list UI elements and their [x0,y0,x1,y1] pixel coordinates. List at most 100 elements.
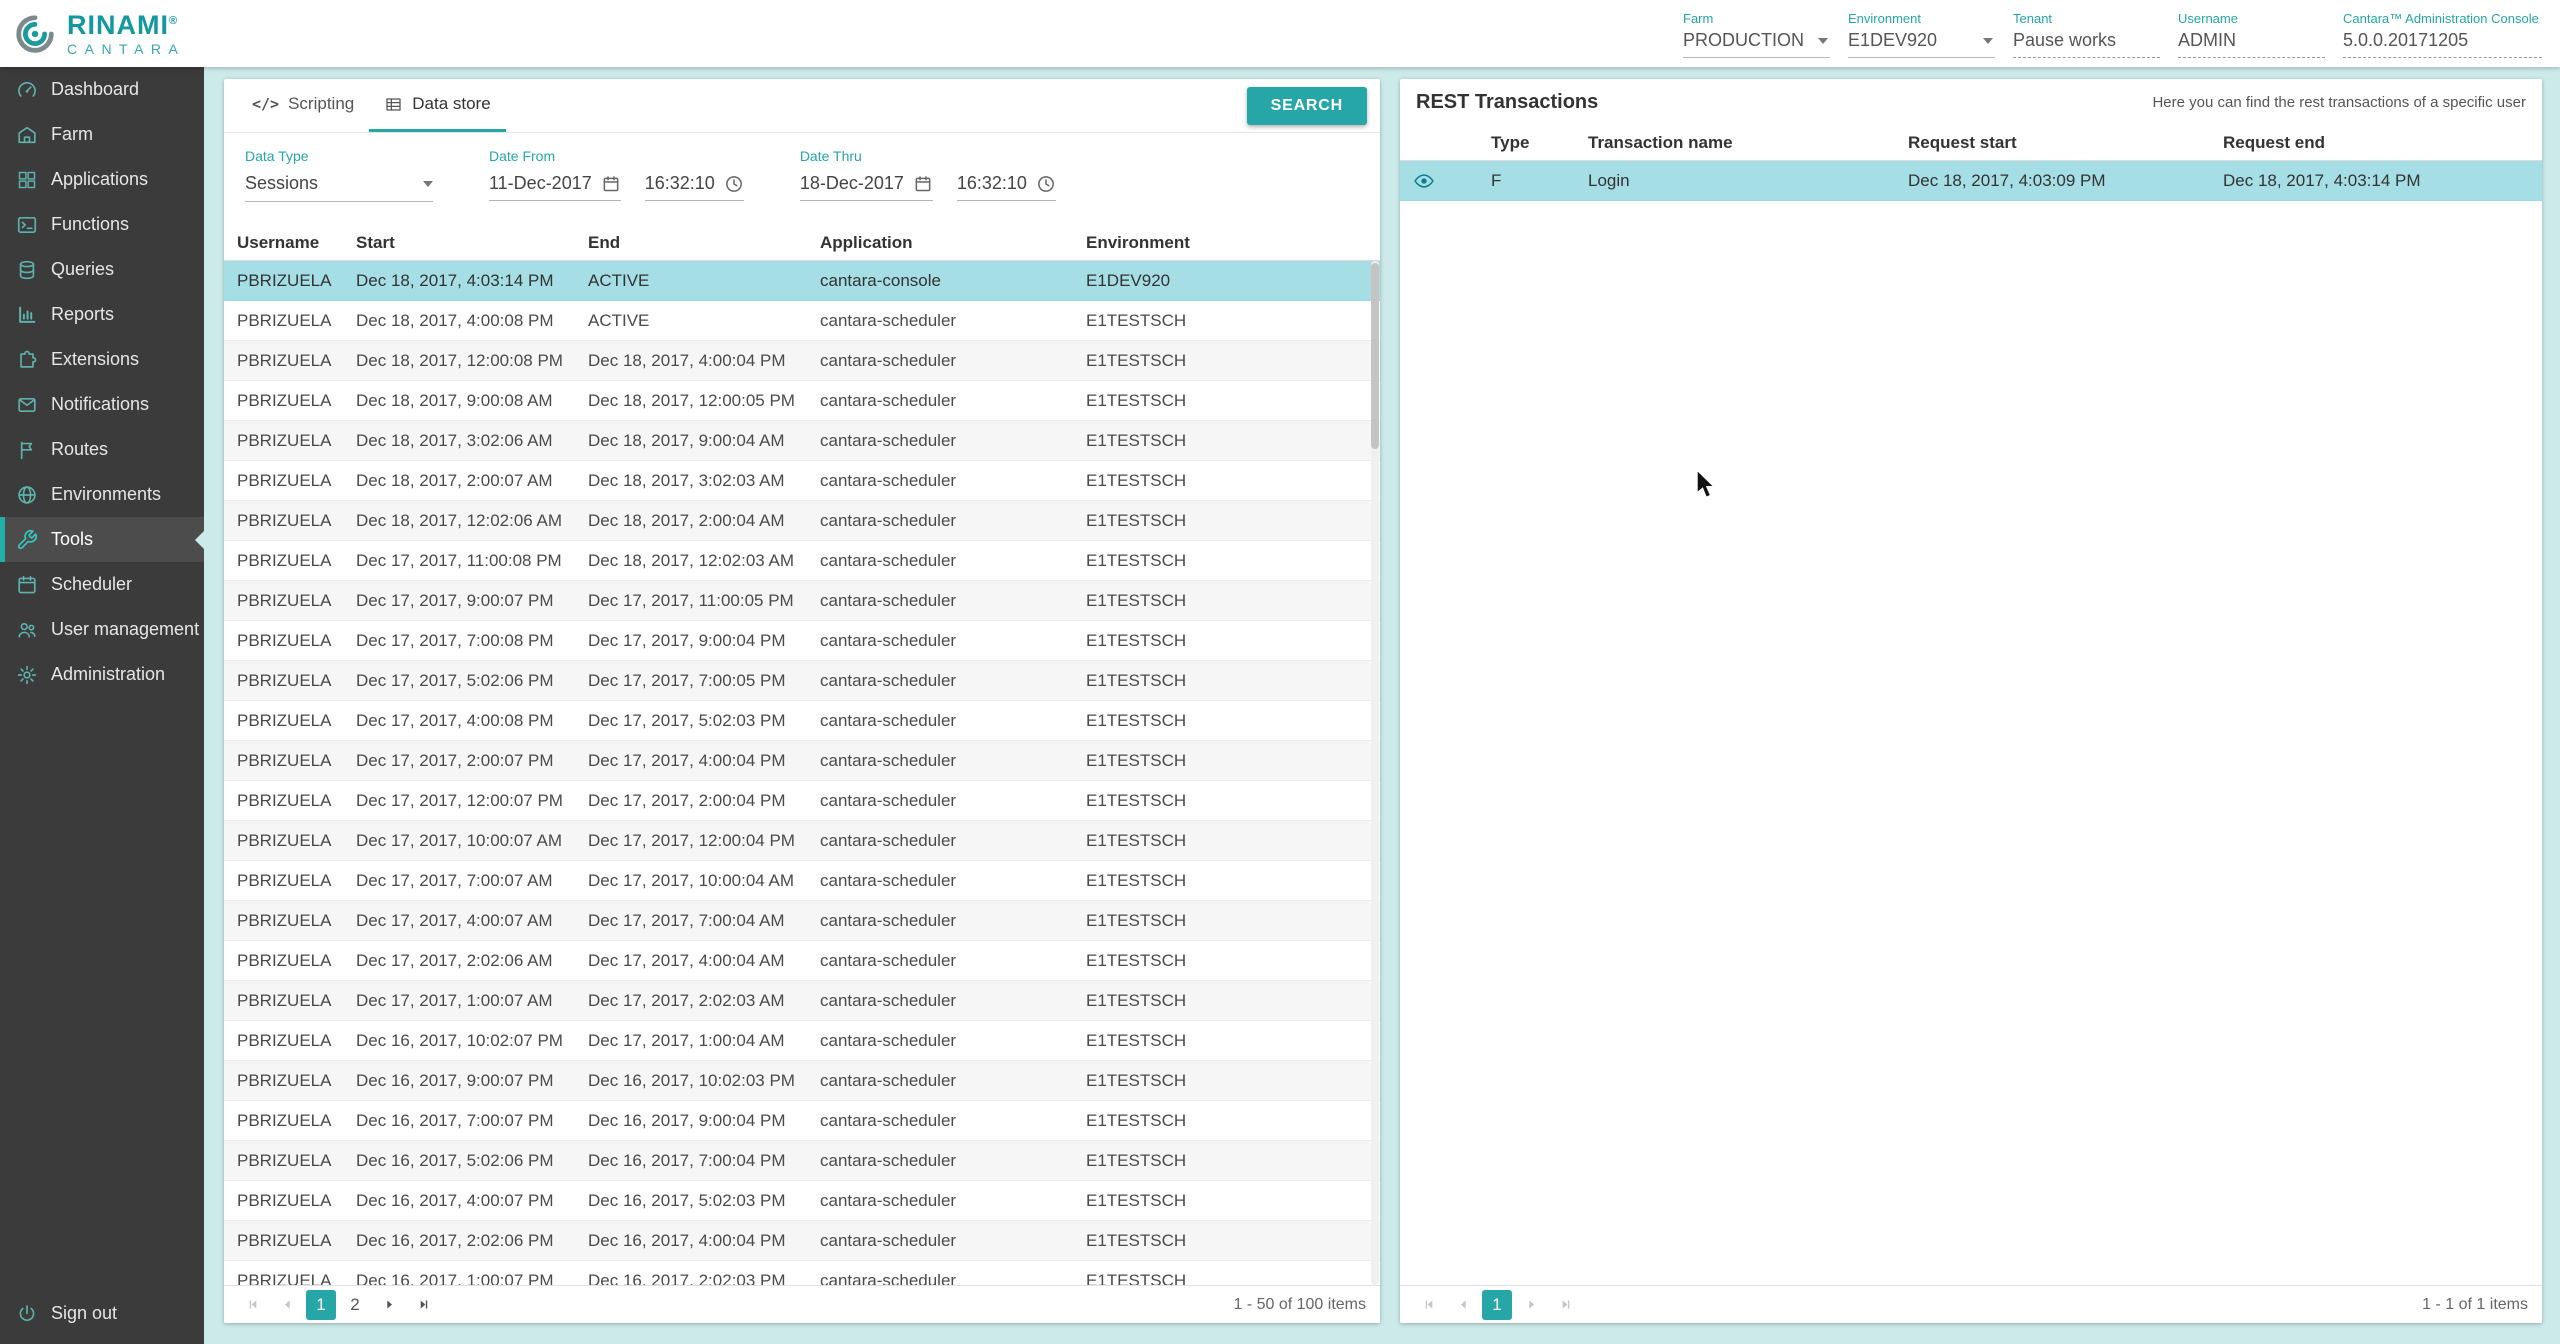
session-row[interactable]: PBRIZUELADec 16, 2017, 10:02:07 PMDec 17… [224,1021,1380,1061]
scrollbar-thumb[interactable] [1371,263,1379,449]
session-row[interactable]: PBRIZUELADec 17, 2017, 10:00:07 AMDec 17… [224,821,1380,861]
cell: Dec 16, 2017, 10:02:07 PM [343,1031,575,1051]
pager-page-1[interactable]: 1 [1482,1290,1512,1320]
session-row[interactable]: PBRIZUELADec 18, 2017, 3:02:06 AMDec 18,… [224,421,1380,461]
user-management-icon [16,619,38,641]
tools-icon [16,529,38,551]
session-row[interactable]: PBRIZUELADec 18, 2017, 4:03:14 PMACTIVEc… [224,261,1380,301]
session-row[interactable]: PBRIZUELADec 16, 2017, 9:00:07 PMDec 16,… [224,1061,1380,1101]
eye-icon[interactable] [1413,170,1435,192]
rest-panel-header: REST Transactions Here you can find the … [1400,79,2542,125]
pager-last-button[interactable] [408,1290,438,1320]
calendar-icon[interactable] [913,174,933,194]
session-row[interactable]: PBRIZUELADec 18, 2017, 12:02:06 AMDec 18… [224,501,1380,541]
sidebar-item-user-management[interactable]: User management [0,607,204,652]
column-header-request-end[interactable]: Request end [2210,133,2542,153]
cell: Dec 18, 2017, 3:02:06 AM [343,431,575,451]
pager-page-2[interactable]: 2 [340,1290,370,1320]
cell: PBRIZUELA [224,471,343,491]
environment-select[interactable]: E1DEV920 [1848,28,1995,58]
clock-icon[interactable] [724,174,744,194]
column-header-application[interactable]: Application [807,233,1073,253]
cell: Dec 18, 2017, 12:00:08 PM [343,351,575,371]
tab-data-store[interactable]: Data store [369,79,505,132]
session-row[interactable]: PBRIZUELADec 16, 2017, 1:00:07 PMDec 16,… [224,1261,1380,1285]
cell: PBRIZUELA [224,511,343,531]
sidebar-item-notifications[interactable]: Notifications [0,382,204,427]
cell: E1TESTSCH [1073,551,1380,571]
session-row[interactable]: PBRIZUELADec 17, 2017, 2:02:06 AMDec 17,… [224,941,1380,981]
field-label: Environment [1848,11,1995,26]
pager-next-button[interactable] [374,1290,404,1320]
session-row[interactable]: PBRIZUELADec 17, 2017, 2:00:07 PMDec 17,… [224,741,1380,781]
column-header-transaction-name[interactable]: Transaction name [1575,133,1895,153]
time-from-input[interactable]: 16:32:10 [645,173,744,201]
environments-icon [16,484,38,506]
session-row[interactable]: PBRIZUELADec 17, 2017, 5:02:06 PMDec 17,… [224,661,1380,701]
tab-scripting[interactable]: </>Scripting [237,79,369,132]
column-header-type[interactable]: Type [1478,133,1575,153]
session-row[interactable]: PBRIZUELADec 17, 2017, 1:00:07 AMDec 17,… [224,981,1380,1021]
session-row[interactable]: PBRIZUELADec 16, 2017, 4:00:07 PMDec 16,… [224,1181,1380,1221]
transactions-table-header: TypeTransaction nameRequest startRequest… [1400,125,2542,161]
cell: Dec 18, 2017, 2:00:04 AM [575,511,807,531]
cell: cantara-scheduler [807,1231,1073,1251]
sidebar-item-functions[interactable]: Functions [0,202,204,247]
sidebar-item-tools[interactable]: Tools [0,517,204,562]
sidebar-item-farm[interactable]: Farm [0,112,204,157]
session-row[interactable]: PBRIZUELADec 17, 2017, 7:00:07 AMDec 17,… [224,861,1380,901]
sidebar-item-dashboard[interactable]: Dashboard [0,67,204,112]
sidebar-item-scheduler[interactable]: Scheduler [0,562,204,607]
search-button[interactable]: SEARCH [1247,87,1367,125]
tenant-input[interactable]: Pause works [2013,28,2160,58]
session-row[interactable]: PBRIZUELADec 18, 2017, 9:00:08 AMDec 18,… [224,381,1380,421]
cell: E1TESTSCH [1073,671,1380,691]
session-row[interactable]: PBRIZUELADec 16, 2017, 2:02:06 PMDec 16,… [224,1221,1380,1261]
clock-icon[interactable] [1036,174,1056,194]
column-header-end[interactable]: End [575,233,807,253]
session-row[interactable]: PBRIZUELADec 17, 2017, 4:00:07 AMDec 17,… [224,901,1380,941]
farm-select[interactable]: PRODUCTION [1683,28,1830,58]
field-value: ADMIN [2178,30,2236,51]
sidebar-item-extensions[interactable]: Extensions [0,337,204,382]
session-row[interactable]: PBRIZUELADec 17, 2017, 4:00:08 PMDec 17,… [224,701,1380,741]
sidebar-item-queries[interactable]: Queries [0,247,204,292]
pager-info: 1 - 50 of 100 items [1233,1296,1366,1314]
calendar-icon[interactable] [601,174,621,194]
table-scrollbar[interactable] [1371,261,1379,1285]
username-input[interactable]: ADMIN [2178,28,2325,58]
sidebar-item-label: User management [51,619,199,640]
sidebar-item-environments[interactable]: Environments [0,472,204,517]
session-row[interactable]: PBRIZUELADec 17, 2017, 9:00:07 PMDec 17,… [224,581,1380,621]
cantara-administration-console-input[interactable]: 5.0.0.20171205 [2343,28,2542,58]
sidebar-item-label: Queries [51,259,114,280]
data-type-select[interactable]: Sessions [245,173,433,202]
date-from-input[interactable]: 11-Dec-2017 [489,173,621,201]
administration-icon [16,664,38,686]
cell: cantara-scheduler [807,1151,1073,1171]
session-row[interactable]: PBRIZUELADec 18, 2017, 4:00:08 PMACTIVEc… [224,301,1380,341]
session-row[interactable]: PBRIZUELADec 18, 2017, 12:00:08 PMDec 18… [224,341,1380,381]
cell: Dec 17, 2017, 5:02:06 PM [343,671,575,691]
session-row[interactable]: PBRIZUELADec 16, 2017, 7:00:07 PMDec 16,… [224,1101,1380,1141]
field-label: Cantara™ Administration Console [2343,11,2542,26]
sidebar-item-routes[interactable]: Routes [0,427,204,472]
column-header-request-start[interactable]: Request start [1895,133,2210,153]
sidebar-item-administration[interactable]: Administration [0,652,204,697]
session-row[interactable]: PBRIZUELADec 17, 2017, 12:00:07 PMDec 17… [224,781,1380,821]
session-row[interactable]: PBRIZUELADec 17, 2017, 11:00:08 PMDec 18… [224,541,1380,581]
session-row[interactable]: PBRIZUELADec 18, 2017, 2:00:07 AMDec 18,… [224,461,1380,501]
transaction-row[interactable]: FLoginDec 18, 2017, 4:03:09 PMDec 18, 20… [1400,161,2542,201]
date-thru-input[interactable]: 18-Dec-2017 [800,173,933,201]
column-header-username[interactable]: Username [224,233,343,253]
column-header-start[interactable]: Start [343,233,575,253]
sign-out-button[interactable]: Sign out [0,1291,204,1336]
sidebar-item-applications[interactable]: Applications [0,157,204,202]
column-header-environment[interactable]: Environment [1073,233,1380,253]
time-thru-input[interactable]: 16:32:10 [957,173,1056,201]
session-row[interactable]: PBRIZUELADec 17, 2017, 7:00:08 PMDec 17,… [224,621,1380,661]
session-row[interactable]: PBRIZUELADec 16, 2017, 5:02:06 PMDec 16,… [224,1141,1380,1181]
sidebar-item-reports[interactable]: Reports [0,292,204,337]
pager-page-1[interactable]: 1 [306,1290,336,1320]
reports-icon [16,304,38,326]
